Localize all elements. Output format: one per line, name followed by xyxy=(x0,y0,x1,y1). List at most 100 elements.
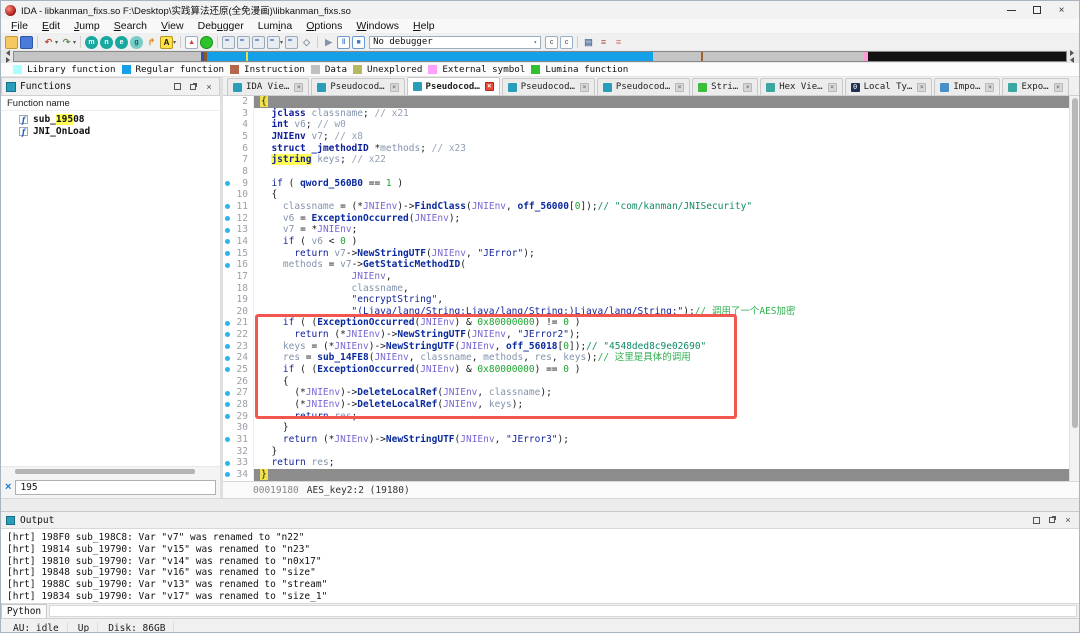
names-window-icon[interactable]: n xyxy=(100,35,114,49)
menu-file[interactable]: File xyxy=(4,20,35,32)
panel-close-icon[interactable]: × xyxy=(205,82,213,92)
scrollbar-thumb[interactable] xyxy=(1072,98,1078,428)
tab-close-icon[interactable]: × xyxy=(985,82,995,92)
tab-pseudocod-[interactable]: Pseudocod… × xyxy=(406,77,500,95)
console-input[interactable] xyxy=(49,604,1077,617)
panel-float-icon[interactable] xyxy=(1048,516,1056,524)
code-line-26[interactable]: 26 { xyxy=(223,375,1069,388)
clear-filter-icon[interactable]: × xyxy=(5,481,11,493)
stack-view-icon[interactable]: ▤ xyxy=(582,36,595,49)
code-line-2[interactable]: 2{ xyxy=(223,96,1069,108)
panel-float-icon[interactable] xyxy=(189,83,197,91)
function-list-item[interactable]: f JNI_OnLoad xyxy=(1,125,220,137)
tab-stri-[interactable]: Stri… × xyxy=(692,78,759,95)
tab-impo-[interactable]: Impo… × xyxy=(934,78,1001,95)
dropdown-caret-icon[interactable]: ▾ xyxy=(55,39,58,46)
menu-edit[interactable]: Edit xyxy=(35,20,67,32)
panel-maximize-icon[interactable] xyxy=(1032,516,1040,524)
code-line-20[interactable]: 20 "(Ljava/lang/String;Ljava/lang/String… xyxy=(223,305,1069,318)
menu-view[interactable]: View xyxy=(154,20,191,32)
enums-window-icon[interactable]: e xyxy=(115,35,129,49)
debugger-window-icon-2[interactable] xyxy=(237,35,251,49)
function-list-item[interactable]: f sub_ 195 08 xyxy=(1,113,220,125)
code-line-22[interactable]: 22 return (*JNIEnv)->NewStringUTF(JNIEnv… xyxy=(223,329,1069,341)
watch-diamond-icon[interactable]: ◇ xyxy=(300,36,313,49)
functions-horizontal-scrollbar[interactable] xyxy=(1,466,220,476)
stop-process-icon[interactable]: ■ xyxy=(352,35,366,49)
menu-windows[interactable]: Windows xyxy=(349,20,406,32)
jump-icon[interactable]: ↱ xyxy=(145,36,158,49)
tab-close-icon[interactable]: × xyxy=(675,82,685,92)
tab-close-icon[interactable]: × xyxy=(1053,82,1063,92)
code-line-3[interactable]: 3 jclass classname; // x21 xyxy=(223,107,1069,120)
minimize-button[interactable] xyxy=(1006,5,1017,16)
code-line-28[interactable]: 28 (*JNIEnv)->DeleteLocalRef(JNIEnv, key… xyxy=(223,399,1069,411)
code-line-17[interactable]: 17 JNIEnv, xyxy=(223,270,1069,283)
save-icon[interactable] xyxy=(20,35,33,49)
output-log[interactable]: [hrt] 198F0 sub_198C8: Var "v7" was rena… xyxy=(1,529,1079,603)
code-line-31[interactable]: 31 return (*JNIEnv)->NewStringUTF(JNIEnv… xyxy=(223,434,1069,446)
tab-pseudocod-[interactable]: Pseudocod… × xyxy=(311,78,405,95)
close-button[interactable]: × xyxy=(1056,5,1067,16)
undo-icon[interactable]: ↶ xyxy=(42,36,55,49)
tab-ida-vie-[interactable]: IDA Vie… × xyxy=(227,78,310,95)
python-prompt-button[interactable]: Python xyxy=(1,603,47,618)
code-line-34[interactable]: 34} xyxy=(223,469,1069,481)
menu-search[interactable]: Search xyxy=(107,20,154,32)
navband-left-arrows-icon[interactable] xyxy=(3,50,13,63)
code-line-25[interactable]: 25 if ( (ExceptionOccurred(JNIEnv) & 0x8… xyxy=(223,364,1069,376)
function-filter-input[interactable] xyxy=(15,479,216,495)
text-a-icon[interactable]: A xyxy=(160,35,174,49)
code-line-16[interactable]: 16 methods = v7->GetStaticMethodID( xyxy=(223,259,1069,271)
pseudocode-view[interactable]: 2{3 jclass classname; // x21 4 int v6; //… xyxy=(223,96,1079,481)
code-line-23[interactable]: 23 keys = (*JNIEnv)->NewStringUTF(JNIEnv… xyxy=(223,340,1069,353)
start-process-icon[interactable]: ▶ xyxy=(322,36,335,49)
code-line-19[interactable]: 19 "encryptString", xyxy=(223,294,1069,306)
step-over-icon[interactable]: ≡ xyxy=(612,36,625,49)
redo-icon[interactable]: ↷ xyxy=(60,36,73,49)
tab-hex-vie-[interactable]: Hex Vie… × xyxy=(760,78,843,95)
maximize-button[interactable] xyxy=(1031,5,1042,16)
code-line-6[interactable]: 6 struct _jmethodID *methods; // x23 xyxy=(223,142,1069,155)
code-line-7[interactable]: 7 jstring keys; // x22 xyxy=(223,154,1069,166)
navband-strip[interactable] xyxy=(13,51,1067,62)
tab-close-icon[interactable]: × xyxy=(484,82,494,91)
debugger-window-icon-4[interactable] xyxy=(267,35,281,49)
debugger-select[interactable]: No debugger ▾ xyxy=(369,35,542,49)
tab-close-icon[interactable]: × xyxy=(743,82,753,92)
dropdown-caret-icon[interactable]: ▾ xyxy=(280,39,283,46)
dropdown-caret-icon[interactable]: ▾ xyxy=(173,39,176,46)
debugger-window-icon-3[interactable] xyxy=(252,35,266,49)
code-line-5[interactable]: 5 JNIEnv v7; // x8 xyxy=(223,130,1069,143)
menu-options[interactable]: Options xyxy=(299,20,349,32)
navband-right-arrows-icon[interactable] xyxy=(1067,50,1077,63)
code-line-8[interactable]: 8 xyxy=(223,165,1069,178)
code-line-13[interactable]: 13 v7 = *JNIEnv; xyxy=(223,224,1069,236)
tab-pseudocod-[interactable]: Pseudocod… × xyxy=(596,78,691,95)
code-line-30[interactable]: 30 } xyxy=(223,422,1069,435)
function-name-column-header[interactable]: Function name xyxy=(1,96,220,111)
type-libraries-icon[interactable]: m xyxy=(85,35,99,49)
tab-close-icon[interactable]: × xyxy=(389,82,399,92)
debugger-window-icon-5[interactable] xyxy=(285,35,299,49)
tab-close-icon[interactable]: × xyxy=(294,82,304,92)
run-indicator-icon[interactable] xyxy=(200,35,214,49)
refresh-attach-icon[interactable]: c xyxy=(560,35,574,49)
code-line-18[interactable]: 18 classname, xyxy=(223,282,1069,295)
code-line-12[interactable]: 12 v6 = ExceptionOccurred(JNIEnv); xyxy=(223,212,1069,225)
scrollbar-thumb[interactable] xyxy=(15,469,195,474)
code-line-10[interactable]: 10 { xyxy=(223,189,1069,201)
code-line-33[interactable]: 33 return res; xyxy=(223,457,1069,469)
structs-window-icon[interactable]: g xyxy=(130,35,144,49)
tab-close-icon[interactable]: × xyxy=(579,82,589,92)
open-file-icon[interactable] xyxy=(5,35,18,49)
code-line-21[interactable]: 21 if ( (ExceptionOccurred(JNIEnv) & 0x8… xyxy=(223,317,1069,330)
breakpoints-icon[interactable]: ▲ xyxy=(185,35,199,49)
panel-splitter[interactable] xyxy=(1,498,1079,511)
tab-close-icon[interactable]: × xyxy=(827,82,837,92)
code-vertical-scrollbar[interactable] xyxy=(1069,96,1079,481)
pause-process-icon[interactable]: ‖ xyxy=(337,35,351,49)
code-line-27[interactable]: 27 (*JNIEnv)->DeleteLocalRef(JNIEnv, cla… xyxy=(223,387,1069,400)
tab-expo-[interactable]: Expo… × xyxy=(1002,78,1069,95)
panel-close-icon[interactable]: × xyxy=(1064,515,1072,525)
